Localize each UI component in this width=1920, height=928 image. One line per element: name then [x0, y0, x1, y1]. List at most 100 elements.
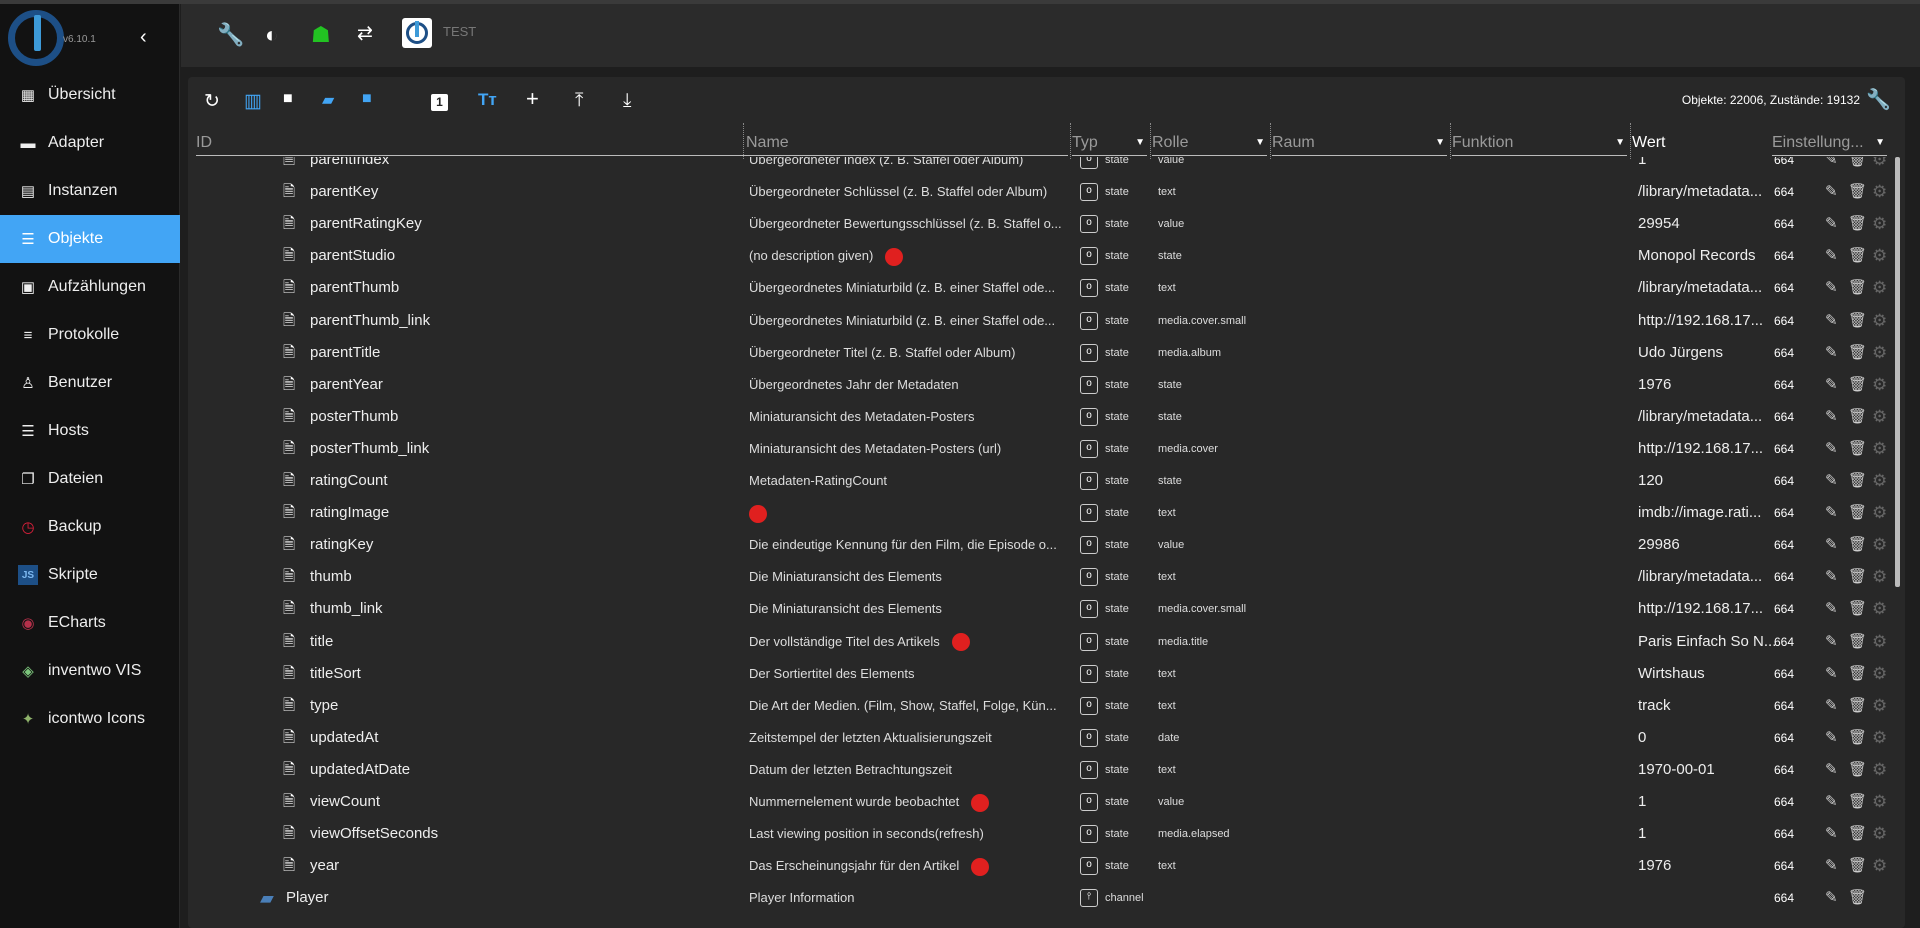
instance-logo-button[interactable]: [402, 18, 432, 48]
edit-pencil-icon[interactable]: ✎: [1825, 561, 1838, 593]
edit-pencil-icon[interactable]: ✎: [1825, 882, 1838, 914]
delete-trash-icon[interactable]: 🗑: [1848, 369, 1867, 401]
custom-settings-gear-icon[interactable]: ⚙: [1872, 208, 1887, 240]
delete-trash-icon[interactable]: 🗑: [1848, 754, 1867, 786]
sidebar-item-instanzen[interactable]: ▤ Instanzen: [0, 167, 180, 215]
delete-trash-icon[interactable]: 🗑: [1848, 882, 1867, 914]
sidebar-item-skripte[interactable]: JS Skripte: [0, 551, 180, 599]
delete-trash-icon[interactable]: 🗑: [1848, 176, 1867, 208]
filter-settings[interactable]: Einstellung... ▼: [1772, 130, 1887, 156]
edit-pencil-icon[interactable]: ✎: [1825, 176, 1838, 208]
delete-trash-icon[interactable]: 🗑: [1848, 157, 1867, 176]
scrollbar[interactable]: [1895, 157, 1900, 587]
expand-folder-open-icon[interactable]: ▰: [322, 90, 334, 110]
table-row[interactable]: 🗎 parentYear Übergeordnetes Jahr der Metad…: [188, 369, 1888, 401]
custom-settings-gear-icon[interactable]: ⚙: [1872, 272, 1887, 304]
delete-trash-icon[interactable]: 🗑: [1848, 272, 1867, 304]
edit-pencil-icon[interactable]: ✎: [1825, 529, 1838, 561]
object-acl[interactable]: 664: [1774, 497, 1794, 529]
table-row[interactable]: 🗎 parentTitle Übergeordneter Titel (z. B. …: [188, 337, 1888, 369]
delete-trash-icon[interactable]: 🗑: [1848, 626, 1867, 658]
object-value[interactable]: 0: [1638, 722, 1646, 754]
object-acl[interactable]: 664: [1774, 272, 1794, 304]
object-value[interactable]: 1: [1638, 786, 1646, 818]
refresh-icon[interactable]: ↻: [204, 90, 220, 113]
expand-level-one-icon[interactable]: 1: [431, 94, 448, 111]
sidebar-item-übersicht[interactable]: ▦ Übersicht: [0, 71, 180, 119]
edit-pencil-icon[interactable]: ✎: [1825, 369, 1838, 401]
sidebar-item-adapter[interactable]: ▬ Adapter: [0, 119, 180, 167]
object-acl[interactable]: 664: [1774, 176, 1794, 208]
object-acl[interactable]: 664: [1774, 593, 1794, 625]
custom-settings-gear-icon[interactable]: ⚙: [1872, 754, 1887, 786]
edit-pencil-icon[interactable]: ✎: [1825, 850, 1838, 882]
object-value[interactable]: Paris Einfach So N...: [1638, 626, 1776, 658]
table-row[interactable]: 🗎 parentThumb Übergeordnetes Miniaturbild …: [188, 272, 1888, 304]
delete-trash-icon[interactable]: 🗑: [1848, 850, 1867, 882]
object-acl[interactable]: 664: [1774, 157, 1794, 176]
delete-trash-icon[interactable]: 🗑: [1848, 561, 1867, 593]
edit-pencil-icon[interactable]: ✎: [1825, 593, 1838, 625]
object-acl[interactable]: 664: [1774, 722, 1794, 754]
object-value[interactable]: 1976: [1638, 850, 1671, 882]
delete-trash-icon[interactable]: 🗑: [1848, 593, 1867, 625]
table-row[interactable]: 🗎 ratingImage o state text imdb://image.rati.…: [188, 497, 1888, 529]
object-value[interactable]: http://192.168.17...: [1638, 593, 1763, 625]
table-row[interactable]: 🗎 parentThumb_link Übergeordnetes Miniatur…: [188, 305, 1888, 337]
delete-trash-icon[interactable]: 🗑: [1848, 529, 1867, 561]
edit-pencil-icon[interactable]: ✎: [1825, 240, 1838, 272]
column-separator[interactable]: [1150, 123, 1151, 159]
custom-settings-gear-icon[interactable]: ⚙: [1872, 818, 1887, 850]
column-separator[interactable]: [743, 123, 744, 159]
object-acl[interactable]: 664: [1774, 786, 1794, 818]
edit-pencil-icon[interactable]: ✎: [1825, 818, 1838, 850]
object-acl[interactable]: 664: [1774, 337, 1794, 369]
custom-settings-gear-icon[interactable]: ⚙: [1872, 240, 1887, 272]
table-row[interactable]: 🗎 thumb_link Die Miniaturansicht des Eleme…: [188, 593, 1888, 625]
table-row[interactable]: 🗎 parentIndex Übergeordneter Index (z. B. …: [188, 157, 1888, 176]
expert-mode-icon[interactable]: ☗: [311, 22, 331, 48]
object-acl[interactable]: 664: [1774, 529, 1794, 561]
custom-settings-gear-icon[interactable]: ⚙: [1872, 337, 1887, 369]
table-row[interactable]: 🗎 updatedAtDate Datum der letzten Betracht…: [188, 754, 1888, 786]
custom-settings-gear-icon[interactable]: ⚙: [1872, 369, 1887, 401]
edit-pencil-icon[interactable]: ✎: [1825, 626, 1838, 658]
table-row[interactable]: 🗎 parentRatingKey Übergeordneter Bewertung…: [188, 208, 1888, 240]
filter-type[interactable]: Typ ▼: [1072, 130, 1147, 156]
edit-pencil-icon[interactable]: ✎: [1825, 658, 1838, 690]
upload-icon[interactable]: ⤒: [575, 90, 583, 112]
edit-pencil-icon[interactable]: ✎: [1825, 157, 1838, 176]
edit-pencil-icon[interactable]: ✎: [1825, 690, 1838, 722]
filter-role[interactable]: Rolle ▼: [1152, 130, 1267, 156]
table-row[interactable]: 🗎 viewCount Nummernelement wurde beobachte…: [188, 786, 1888, 818]
object-value[interactable]: http://192.168.17...: [1638, 305, 1763, 337]
custom-settings-gear-icon[interactable]: ⚙: [1872, 497, 1887, 529]
table-row[interactable]: 🗎 title Der vollständige Titel des Artikel…: [188, 626, 1888, 658]
sidebar-item-protokolle[interactable]: ≡ Protokolle: [0, 311, 180, 359]
theme-toggle-icon[interactable]: ◐: [265, 22, 278, 48]
table-row[interactable]: 🗎 updatedAt Zeitstempel der letzten Aktual…: [188, 722, 1888, 754]
object-value[interactable]: 29986: [1638, 529, 1680, 561]
delete-trash-icon[interactable]: 🗑: [1848, 786, 1867, 818]
object-value[interactable]: Wirtshaus: [1638, 658, 1705, 690]
object-value[interactable]: 120: [1638, 465, 1663, 497]
object-acl[interactable]: 664: [1774, 305, 1794, 337]
custom-settings-gear-icon[interactable]: ⚙: [1872, 401, 1887, 433]
column-separator[interactable]: [1630, 123, 1631, 159]
sidebar-item-hosts[interactable]: ☰ Hosts: [0, 407, 180, 455]
object-acl[interactable]: 664: [1774, 561, 1794, 593]
custom-settings-gear-icon[interactable]: ⚙: [1872, 305, 1887, 337]
table-row[interactable]: 🗎 ratingKey Die eindeutige Kennung für den…: [188, 529, 1888, 561]
edit-pencil-icon[interactable]: ✎: [1825, 433, 1838, 465]
table-row[interactable]: 🗎 posterThumb Miniaturansicht des Metadate…: [188, 401, 1888, 433]
edit-pencil-icon[interactable]: ✎: [1825, 401, 1838, 433]
sidebar-item-echarts[interactable]: ◉ ECharts: [0, 599, 180, 647]
edit-pencil-icon[interactable]: ✎: [1825, 208, 1838, 240]
add-icon[interactable]: +: [526, 86, 539, 112]
object-acl[interactable]: 664: [1774, 369, 1794, 401]
object-acl[interactable]: 664: [1774, 433, 1794, 465]
object-acl[interactable]: 664: [1774, 850, 1794, 882]
table-row[interactable]: 🗎 ratingCount Metadaten-RatingCount o state s…: [188, 465, 1888, 497]
table-row[interactable]: 🗎 year Das Erscheinungsjahr für den Artike…: [188, 850, 1888, 882]
object-acl[interactable]: 664: [1774, 208, 1794, 240]
